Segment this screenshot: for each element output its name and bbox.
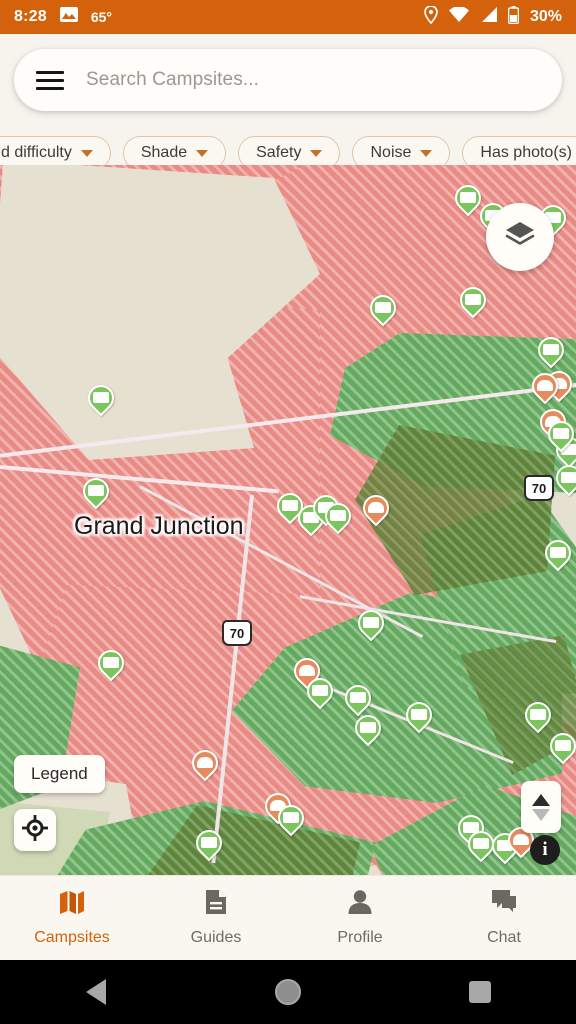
nav-item-campsites[interactable]: Campsites	[0, 889, 144, 947]
campsite-pin[interactable]	[519, 696, 557, 734]
info-icon-label: i	[542, 839, 548, 860]
campsite-pin[interactable]	[357, 489, 395, 527]
nav-item-guides[interactable]: Guides	[144, 889, 288, 947]
person-icon	[348, 889, 372, 920]
campsite-pin[interactable]	[339, 679, 377, 717]
hamburger-menu-icon[interactable]	[36, 70, 64, 90]
chevron-down-icon	[196, 149, 209, 157]
nav-label: Chat	[487, 929, 521, 946]
map-icon	[59, 889, 85, 920]
locate-crosshair-icon	[22, 814, 48, 846]
bottom-navigation[interactable]: Campsites Guides Profile Chat	[0, 875, 576, 960]
back-button[interactable]	[0, 979, 192, 1005]
campsite-pin[interactable]	[186, 744, 224, 782]
campsite-pin[interactable]	[532, 331, 570, 369]
nav-item-chat[interactable]: Chat	[432, 889, 576, 947]
campsite-pin[interactable]	[364, 289, 402, 327]
status-temperature: 65°	[90, 9, 112, 25]
search-bar[interactable]: Search Campsites...	[14, 49, 562, 111]
battery-percent: 30%	[529, 8, 562, 25]
campsite-pin[interactable]	[550, 459, 576, 497]
document-icon	[204, 889, 228, 920]
campsite-pin[interactable]	[301, 672, 339, 710]
image-icon	[59, 7, 78, 27]
legend-label: Legend	[31, 764, 88, 783]
map-tilt-button[interactable]	[521, 781, 561, 833]
campsite-pin[interactable]	[77, 472, 115, 510]
map-canvas[interactable]: Grand Junction 70 70 Legend i	[0, 165, 576, 875]
map-city-label: Grand Junction	[74, 512, 244, 540]
nav-label: Guides	[190, 929, 242, 946]
filter-chip-label: Noise	[370, 144, 412, 161]
recents-button[interactable]	[384, 981, 576, 1003]
chat-bubble-icon	[491, 889, 517, 920]
campsite-pin[interactable]	[462, 825, 500, 863]
campsite-pin[interactable]	[352, 604, 390, 642]
location-pin-icon	[424, 4, 438, 29]
layers-icon	[505, 221, 535, 254]
campsite-pin[interactable]	[542, 415, 576, 453]
app-root: 8:28 65° 30% Search Campsites... d diffi…	[0, 0, 576, 1024]
campsite-pin[interactable]	[539, 534, 576, 572]
search-header: Search Campsites... d difficulty Shade S…	[0, 34, 576, 170]
campsite-pin[interactable]	[400, 696, 438, 734]
status-bar-left: 8:28 65°	[14, 7, 112, 27]
cellular-signal-icon	[480, 7, 497, 27]
campsite-pin[interactable]	[319, 497, 357, 535]
wifi-icon	[448, 6, 469, 27]
chevron-down-icon	[310, 149, 323, 157]
campsite-pin[interactable]	[92, 644, 130, 682]
battery-icon	[507, 5, 520, 29]
map-info-button[interactable]: i	[530, 835, 560, 865]
map-layers-button[interactable]	[486, 203, 554, 271]
filter-chip-label: Has photo(s)	[480, 144, 572, 161]
filter-chip-label: Shade	[140, 144, 188, 161]
chevron-down-icon	[420, 149, 433, 157]
status-time: 8:28	[14, 8, 47, 25]
home-button[interactable]	[192, 979, 384, 1005]
campsite-pin[interactable]	[449, 179, 487, 217]
campsite-pin[interactable]	[272, 799, 310, 837]
map-legend-button[interactable]: Legend	[14, 755, 105, 793]
campsite-pin[interactable]	[544, 727, 576, 765]
highway-shield-70: 70	[524, 475, 554, 501]
tilt-up-icon[interactable]	[532, 793, 550, 806]
android-system-nav[interactable]	[0, 960, 576, 1024]
chevron-down-icon	[80, 149, 93, 157]
nav-label: Profile	[337, 929, 383, 946]
status-bar-right: 30%	[424, 4, 562, 29]
nav-item-profile[interactable]: Profile	[288, 889, 432, 947]
locate-me-button[interactable]	[14, 809, 56, 851]
status-bar: 8:28 65° 30%	[0, 0, 576, 34]
nav-label: Campsites	[34, 929, 110, 946]
campsite-pin[interactable]	[349, 709, 387, 747]
filter-chip-label: d difficulty	[1, 144, 72, 161]
campsite-pin[interactable]	[190, 824, 228, 862]
filter-chip-label: Safety	[256, 144, 302, 161]
campsite-pin[interactable]	[82, 379, 120, 417]
campsite-pin[interactable]	[454, 281, 492, 319]
campsite-pin[interactable]	[526, 367, 564, 405]
highway-shield-70: 70	[222, 620, 252, 646]
tilt-down-icon[interactable]	[532, 808, 550, 821]
search-input[interactable]: Search Campsites...	[86, 69, 259, 91]
